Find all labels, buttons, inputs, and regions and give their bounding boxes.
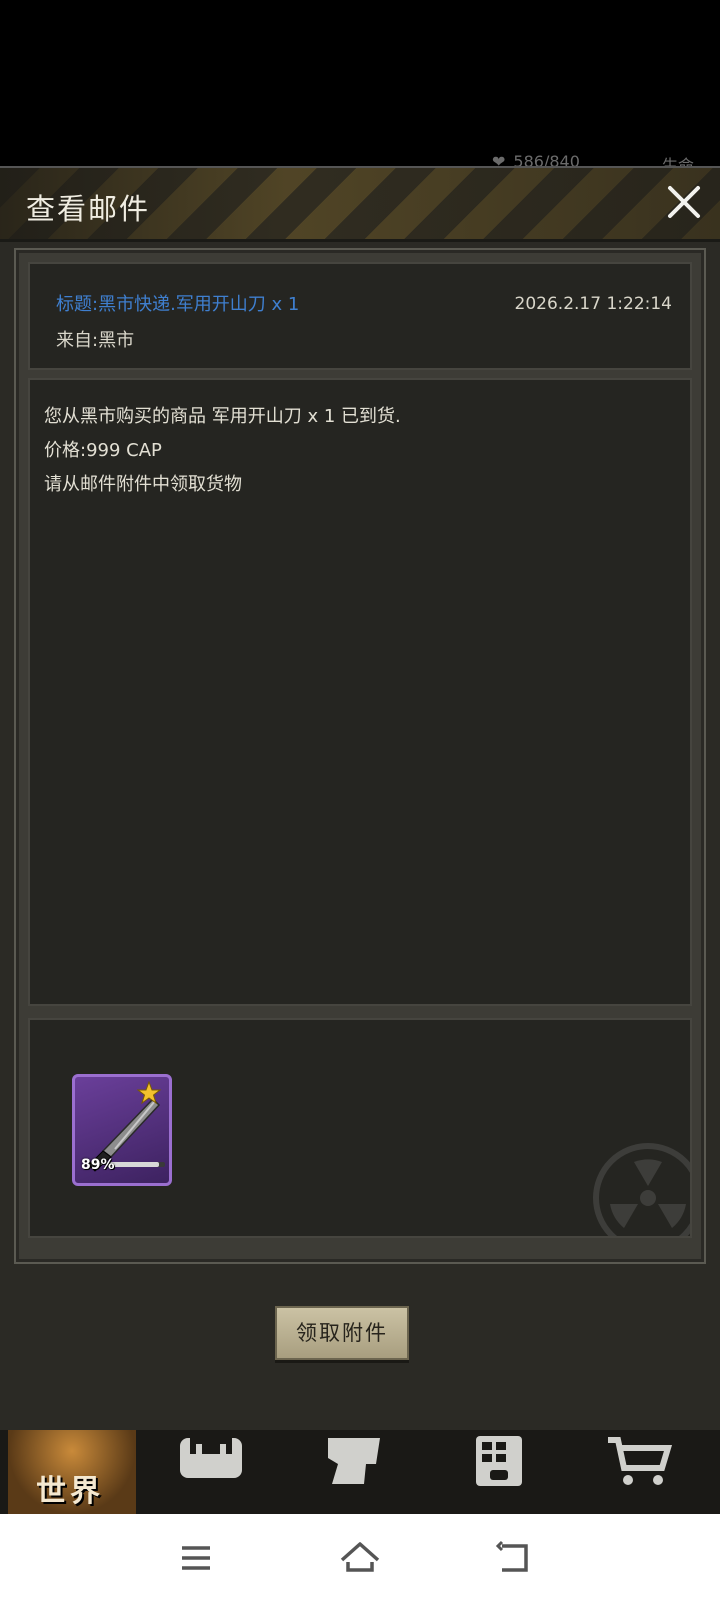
mail-body-line: 请从邮件附件中领取货物 [44, 474, 242, 495]
character-head-icon[interactable] [320, 1434, 390, 1494]
mail-body: 您从黑市购买的商品 军用开山刀 x 1 已到货. 价格:999 CAP 请从邮件… [28, 378, 692, 1006]
attachment-area: 89% [28, 1018, 692, 1238]
dialog-title: 查看邮件 [26, 192, 151, 226]
close-icon[interactable] [662, 180, 706, 224]
back-icon[interactable] [490, 1534, 538, 1582]
durability-text: 89% [81, 1157, 115, 1173]
star-icon [137, 1081, 161, 1105]
durability-bar [107, 1162, 165, 1167]
menu-icon[interactable] [172, 1534, 220, 1582]
mail-dialog: 查看邮件 标题:黑市快递.军用开山刀 x 1 来自:黑市 2026.2.17 1… [0, 166, 720, 1430]
dialog-header: 查看邮件 [0, 168, 720, 242]
nav-world-label: 世界 [36, 1474, 104, 1509]
attachment-item-slot[interactable]: 89% [72, 1074, 172, 1186]
nav-world-tab[interactable]: 世界 [8, 1430, 136, 1514]
shopping-cart-icon[interactable] [604, 1434, 674, 1494]
mail-timestamp: 2026.2.17 1:22:14 [514, 294, 672, 314]
mail-sender: 来自:黑市 [56, 330, 135, 351]
mail-panel: 标题:黑市快递.军用开山刀 x 1 来自:黑市 2026.2.17 1:22:1… [14, 248, 706, 1264]
backpack-icon[interactable] [176, 1434, 246, 1494]
home-icon[interactable] [336, 1534, 384, 1582]
building-icon[interactable] [464, 1434, 534, 1494]
game-bottom-nav: 世界 [0, 1430, 720, 1514]
mail-body-line: 您从黑市购买的商品 军用开山刀 x 1 已到货. [44, 406, 401, 427]
mail-subject: 标题:黑市快递.军用开山刀 x 1 [56, 294, 300, 315]
mail-header: 标题:黑市快递.军用开山刀 x 1 来自:黑市 2026.2.17 1:22:1… [28, 262, 692, 370]
mail-body-line: 价格:999 CAP [44, 440, 162, 461]
claim-attachment-button[interactable]: 领取附件 [275, 1306, 409, 1360]
top-status-area: ❤586/840 生命 [0, 0, 720, 175]
radiation-watermark-icon [593, 1143, 690, 1236]
system-nav-bar [0, 1514, 720, 1600]
